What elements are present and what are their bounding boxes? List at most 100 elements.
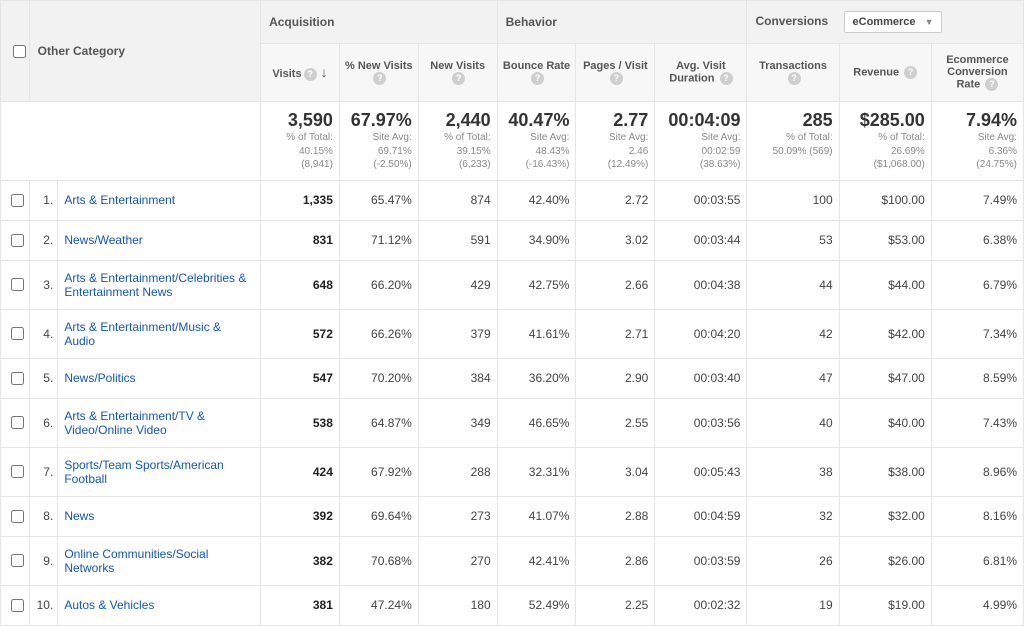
dimension-label: Other Category: [29, 1, 260, 102]
row-category: Sports/Team Sports/American Football: [58, 447, 261, 496]
cell-pct-new-visits: 69.64%: [339, 496, 418, 536]
cell-bounce-rate: 52.49%: [497, 585, 576, 625]
summary-value: 67.97%: [346, 110, 412, 131]
cell-bounce-rate: 42.75%: [497, 260, 576, 309]
row-checkbox[interactable]: [11, 599, 24, 612]
row-index: 1.: [29, 180, 58, 220]
cell-revenue: $40.00: [839, 398, 931, 447]
row-category: Arts & Entertainment/TV & Video/Online V…: [58, 398, 261, 447]
cell-visits: 392: [261, 496, 340, 536]
category-link[interactable]: Autos & Vehicles: [64, 598, 154, 612]
summary-value: 2,440: [425, 110, 491, 131]
cell-pages-visit: 2.25: [576, 585, 655, 625]
summary-value: $285.00: [846, 110, 925, 131]
row-checkbox[interactable]: [11, 554, 24, 567]
cell-ecr: 8.59%: [931, 358, 1023, 398]
col-avg-duration[interactable]: Avg. Visit Duration ?: [655, 44, 747, 102]
row-checkbox-cell: [1, 496, 30, 536]
help-icon[interactable]: ?: [304, 68, 317, 81]
row-checkbox[interactable]: [11, 278, 24, 291]
category-link[interactable]: Arts & Entertainment/Music & Audio: [64, 320, 221, 348]
cell-avg-duration: 00:03:44: [655, 220, 747, 260]
row-category: Autos & Vehicles: [58, 585, 261, 625]
category-link[interactable]: News/Politics: [64, 371, 135, 385]
col-pages-visit[interactable]: Pages / Visit ?: [576, 44, 655, 102]
cell-avg-duration: 00:04:59: [655, 496, 747, 536]
group-header-row: Other Category Acquisition Behavior Conv…: [1, 1, 1024, 44]
category-link[interactable]: News/Weather: [64, 233, 142, 247]
chevron-down-icon: ▼: [925, 17, 934, 27]
row-index: 10.: [29, 585, 58, 625]
cell-transactions: 42: [747, 309, 839, 358]
cell-new-visits: 429: [418, 260, 497, 309]
cell-pages-visit: 2.88: [576, 496, 655, 536]
cell-bounce-rate: 41.61%: [497, 309, 576, 358]
cell-transactions: 47: [747, 358, 839, 398]
group-conversions: Conversions eCommerce ▼: [747, 1, 1024, 44]
cell-ecr: 8.16%: [931, 496, 1023, 536]
category-link[interactable]: Arts & Entertainment: [64, 193, 175, 207]
select-all-checkbox[interactable]: [13, 45, 26, 58]
col-ecr[interactable]: Ecommerce Conversion Rate ?: [931, 44, 1023, 102]
cell-transactions: 38: [747, 447, 839, 496]
summary-sub: Site Avg:: [661, 131, 740, 145]
col-label: Ecommerce Conversion Rate: [946, 54, 1008, 90]
cell-pct-new-visits: 66.26%: [339, 309, 418, 358]
category-link[interactable]: Arts & Entertainment/TV & Video/Online V…: [64, 409, 205, 437]
help-icon[interactable]: ?: [373, 72, 386, 85]
row-checkbox-cell: [1, 536, 30, 585]
row-checkbox[interactable]: [11, 510, 24, 523]
category-link[interactable]: Online Communities/Social Networks: [64, 547, 208, 575]
row-category: News/Politics: [58, 358, 261, 398]
row-checkbox[interactable]: [11, 465, 24, 478]
cell-revenue: $53.00: [839, 220, 931, 260]
cell-new-visits: 349: [418, 398, 497, 447]
col-new-visits[interactable]: New Visits ?: [418, 44, 497, 102]
cell-avg-duration: 00:04:38: [655, 260, 747, 309]
row-category: Online Communities/Social Networks: [58, 536, 261, 585]
col-pct-new-visits[interactable]: % New Visits ?: [339, 44, 418, 102]
row-checkbox[interactable]: [11, 194, 24, 207]
col-visits[interactable]: Visits?↓: [261, 44, 340, 102]
cell-ecr: 7.49%: [931, 180, 1023, 220]
col-bounce-rate[interactable]: Bounce Rate ?: [497, 44, 576, 102]
table-row: 10.Autos & Vehicles38147.24%18052.49%2.2…: [1, 585, 1024, 625]
row-index: 9.: [29, 536, 58, 585]
category-link[interactable]: News: [64, 509, 94, 523]
row-category: News: [58, 496, 261, 536]
col-label: Pages / Visit: [583, 60, 648, 72]
cell-new-visits: 379: [418, 309, 497, 358]
summary-sub: (8,941): [267, 158, 333, 172]
help-icon[interactable]: ?: [452, 72, 465, 85]
category-link[interactable]: Arts & Entertainment/Celebrities & Enter…: [64, 271, 246, 299]
conversions-selector[interactable]: eCommerce ▼: [844, 11, 943, 33]
help-icon[interactable]: ?: [788, 72, 801, 85]
summary-sub: (6,233): [425, 158, 491, 172]
cell-revenue: $19.00: [839, 585, 931, 625]
category-link[interactable]: Sports/Team Sports/American Football: [64, 458, 223, 486]
summary-value: 7.94%: [938, 110, 1017, 131]
col-transactions[interactable]: Transactions ?: [747, 44, 839, 102]
help-icon[interactable]: ?: [985, 78, 998, 91]
help-icon[interactable]: ?: [610, 72, 623, 85]
help-icon[interactable]: ?: [720, 72, 733, 85]
summary-sub: % of Total:: [267, 131, 333, 145]
help-icon[interactable]: ?: [904, 66, 917, 79]
summary-sub: % of Total:: [753, 131, 832, 145]
analytics-table: Other Category Acquisition Behavior Conv…: [0, 0, 1024, 626]
row-checkbox[interactable]: [11, 327, 24, 340]
table-row: 8.News39269.64%27341.07%2.8800:04:5932$3…: [1, 496, 1024, 536]
row-checkbox[interactable]: [11, 372, 24, 385]
cell-pct-new-visits: 70.68%: [339, 536, 418, 585]
col-revenue[interactable]: Revenue ?: [839, 44, 931, 102]
row-checkbox[interactable]: [11, 416, 24, 429]
row-index: 4.: [29, 309, 58, 358]
cell-pct-new-visits: 65.47%: [339, 180, 418, 220]
summary-sub: (38.63%): [661, 158, 740, 172]
row-checkbox[interactable]: [11, 234, 24, 247]
cell-new-visits: 384: [418, 358, 497, 398]
summary-sub: 26.69%: [846, 145, 925, 159]
cell-pages-visit: 2.66: [576, 260, 655, 309]
col-label: Transactions: [759, 60, 827, 72]
help-icon[interactable]: ?: [531, 72, 544, 85]
